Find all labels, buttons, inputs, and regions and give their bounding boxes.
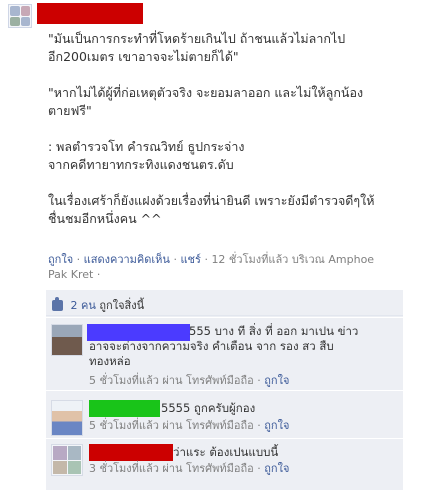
like-link[interactable]: ถูกใจ <box>48 253 73 266</box>
post-timestamp-location[interactable]: 12 ชั่วโมงที่แล้ว บริเวณ Amphoe <box>211 253 374 266</box>
avatar-tile <box>20 16 30 26</box>
avatar-tile <box>67 446 81 460</box>
comment-like-link[interactable]: ถูกใจ <box>264 419 289 432</box>
thumbs-up-icon <box>52 297 63 311</box>
likes-suffix: ถูกใจสิ่งนี้ <box>99 299 145 312</box>
comment-time[interactable]: 5 ชั่วโมงที่แล้ว ผ่าน โทรศัพท์มือถือ <box>89 374 254 387</box>
separator: · <box>96 268 101 281</box>
comment-like-link[interactable]: ถูกใจ <box>264 462 289 475</box>
comments-panel: 2 คน ถูกใจสิ่งนี้ 555 บาง ที สิ่ง ที่ ออ… <box>46 290 403 490</box>
separator: · <box>173 253 177 266</box>
avatar-tile <box>10 16 20 26</box>
avatar-tile <box>53 460 67 474</box>
poster-name-redacted <box>37 3 143 24</box>
comment-text-continued: อาจจะต่างจากความจริง คำเตือน จาก รอง สว … <box>89 339 334 368</box>
separator: · <box>257 374 261 387</box>
share-link[interactable]: แชร์ <box>180 253 200 266</box>
comment-item: 5555 ถูกครับผู้กอง 5 ชั่วโมงที่แล้ว ผ่าน… <box>46 390 403 438</box>
comment-item: 555 บาง ที สิ่ง ที่ ออก มาเปน ข่าว อาจจะ… <box>46 317 403 390</box>
likes-count-link[interactable]: 2 คน <box>71 299 96 312</box>
post-action-bar: ถูกใจ · แสดงความคิดเห็น · แชร์ · 12 ชั่ว… <box>48 252 418 282</box>
comment-meta: 5 ชั่วโมงที่แล้ว ผ่าน โทรศัพท์มือถือ · ถ… <box>89 374 289 388</box>
comment-time[interactable]: 3 ชั่วโมงที่แล้ว ผ่าน โทรศัพท์มือถือ <box>89 462 254 475</box>
commenter-name-redacted <box>89 444 173 461</box>
separator: · <box>257 462 261 475</box>
commenter-avatar[interactable] <box>51 400 83 436</box>
poster-avatar[interactable] <box>8 4 32 28</box>
comment-like-link[interactable]: ถูกใจ <box>264 374 289 387</box>
comment-text: 5555 ถูกครับผู้กอง <box>161 401 256 415</box>
comment-meta: 5 ชั่วโมงที่แล้ว ผ่าน โทรศัพท์มือถือ · ถ… <box>89 419 289 433</box>
avatar-tile <box>67 460 81 474</box>
comment-link[interactable]: แสดงความคิดเห็น <box>84 253 170 266</box>
comment-text: 555 บาง ที สิ่ง ที่ ออก มาเปน ข่าว <box>189 324 359 338</box>
comment-text: ว่าแระ ต้องเปนแบบนี้ <box>173 445 279 459</box>
post-location-line2[interactable]: Pak Kret <box>48 268 93 281</box>
commenter-name-redacted <box>89 400 160 417</box>
commenter-avatar[interactable] <box>51 444 83 476</box>
separator: · <box>257 419 261 432</box>
avatar-tile <box>10 6 20 16</box>
avatar-tile <box>53 446 67 460</box>
separator: · <box>76 253 81 266</box>
likes-summary: 2 คน ถูกใจสิ่งนี้ <box>46 290 403 316</box>
post-text: "มันเป็นการกระทำที่โหดร้ายเกินไป ถ้าชนแล… <box>48 31 375 226</box>
commenter-avatar[interactable] <box>51 324 83 356</box>
comment-time[interactable]: 5 ชั่วโมงที่แล้ว ผ่าน โทรศัพท์มือถือ <box>89 419 254 432</box>
comment-meta: 3 ชั่วโมงที่แล้ว ผ่าน โทรศัพท์มือถือ · ถ… <box>89 462 289 476</box>
comment-item: ว่าแระ ต้องเปนแบบนี้ 3 ชั่วโมงที่แล้ว ผ่… <box>46 438 403 490</box>
avatar-tile <box>20 6 30 16</box>
separator: · <box>204 253 208 266</box>
